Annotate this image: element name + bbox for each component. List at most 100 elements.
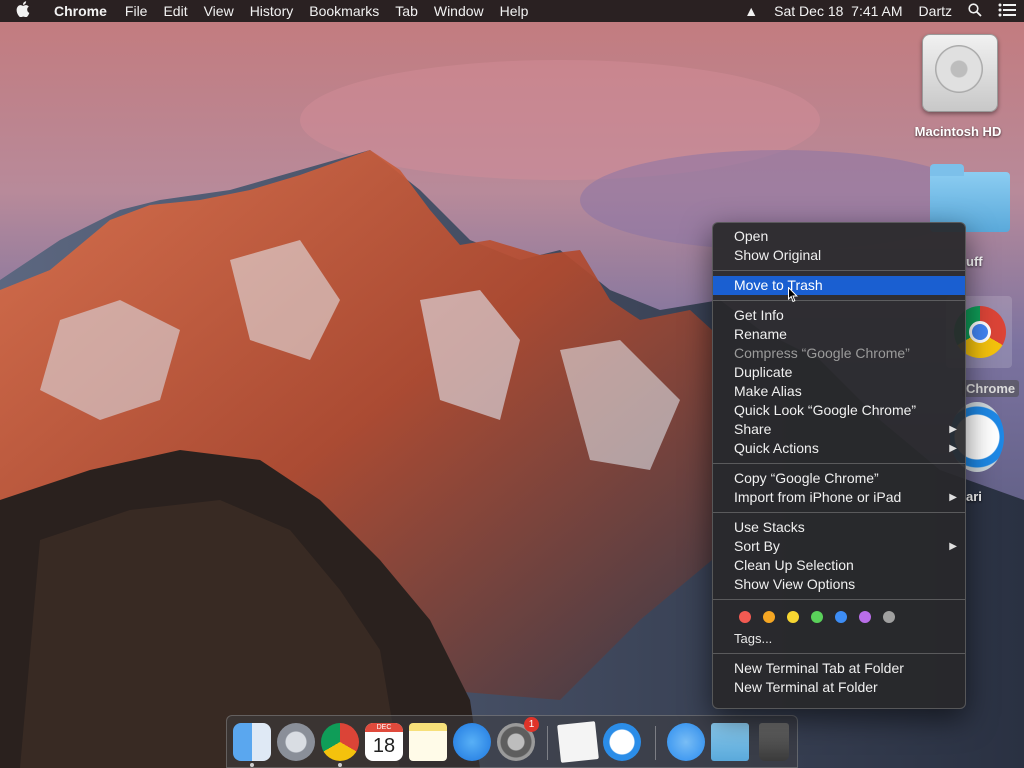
notification-badge: 1	[524, 717, 539, 732]
launchpad-icon	[277, 723, 315, 761]
menu-separator	[713, 599, 965, 600]
menu-item-clean-up-selection[interactable]: Clean Up Selection	[713, 556, 965, 575]
search-icon-svg	[968, 2, 982, 17]
mouse-cursor-icon	[788, 287, 798, 303]
notification-center-icon[interactable]	[990, 3, 1024, 20]
menu-bar: Chrome File Edit View History Bookmarks …	[0, 0, 1024, 22]
menu-item-quick-actions-label: Quick Actions	[734, 440, 819, 456]
menu-item-quick-look[interactable]: Quick Look “Google Chrome”	[713, 401, 965, 420]
tag-orange-dot[interactable]	[763, 611, 775, 623]
dock-downloads-folder[interactable]	[711, 723, 749, 761]
menu-item-new-terminal-tab[interactable]: New Terminal Tab at Folder	[713, 659, 965, 678]
tag-yellow-dot[interactable]	[787, 611, 799, 623]
apple-logo-icon[interactable]	[0, 0, 46, 22]
dock-app-store[interactable]	[453, 723, 491, 761]
clock[interactable]: Sat Dec 18 7:41 AM	[766, 3, 910, 19]
dock-separator	[547, 726, 548, 760]
menu-bookmarks[interactable]: Bookmarks	[301, 3, 387, 19]
running-indicator	[250, 763, 254, 767]
menu-separator	[713, 463, 965, 464]
tag-blue-dot[interactable]	[835, 611, 847, 623]
menu-separator	[713, 300, 965, 301]
menu-separator	[713, 512, 965, 513]
menu-item-tags[interactable]: Tags...	[713, 629, 965, 648]
dock-notes[interactable]	[409, 723, 447, 761]
applications-folder-icon	[667, 723, 705, 761]
menu-item-make-alias[interactable]: Make Alias	[713, 382, 965, 401]
calendar-icon: DEC 18	[365, 723, 403, 761]
downloads-folder-icon	[711, 723, 749, 761]
menu-bar-status: ▲ Sat Dec 18 7:41 AM Dartz	[736, 0, 1024, 22]
dock-trash[interactable]	[755, 723, 793, 761]
tag-green-dot[interactable]	[811, 611, 823, 623]
tag-gray-dot[interactable]	[883, 611, 895, 623]
menu-item-show-original[interactable]: Show Original	[713, 246, 965, 265]
submenu-arrow-icon: ▶	[949, 492, 957, 503]
menu-separator	[713, 270, 965, 271]
app-name-menu[interactable]: Chrome	[46, 3, 117, 19]
calendar-month: DEC	[365, 723, 403, 732]
user-name[interactable]: Dartz	[911, 3, 960, 19]
menu-item-share[interactable]: Share ▶	[713, 420, 965, 439]
chrome-icon	[321, 723, 359, 761]
menu-item-quick-actions[interactable]: Quick Actions ▶	[713, 439, 965, 458]
submenu-arrow-icon: ▶	[949, 443, 957, 454]
finder-icon	[233, 723, 271, 761]
context-menu: Open Show Original Move to Trash Get Inf…	[712, 222, 966, 709]
running-indicator	[338, 763, 342, 767]
tag-colors-row	[713, 605, 965, 629]
menu-item-share-label: Share	[734, 421, 772, 437]
menu-history[interactable]: History	[242, 3, 302, 19]
dock-finder[interactable]	[233, 723, 271, 767]
tag-purple-dot[interactable]	[859, 611, 871, 623]
menu-item-open[interactable]: Open	[713, 227, 965, 246]
menu-window[interactable]: Window	[426, 3, 492, 19]
dock-textedit[interactable]	[557, 721, 599, 763]
textedit-icon	[557, 721, 599, 763]
macintosh-hd-label[interactable]: Macintosh HD	[906, 124, 1010, 139]
dock-chrome[interactable]	[321, 723, 359, 767]
dock-calendar[interactable]: DEC 18	[365, 723, 403, 761]
folder-label[interactable]: uff	[966, 254, 983, 269]
submenu-arrow-icon: ▶	[949, 541, 957, 552]
app-store-icon	[453, 723, 491, 761]
menu-item-rename[interactable]: Rename	[713, 325, 965, 344]
menu-view[interactable]: View	[196, 3, 242, 19]
chrome-desktop-label[interactable]: Chrome	[962, 380, 1020, 397]
menu-item-sort-by-label: Sort By	[734, 538, 780, 554]
menu-file[interactable]: File	[117, 3, 156, 19]
list-icon	[998, 3, 1016, 16]
menu-item-duplicate[interactable]: Duplicate	[713, 363, 965, 382]
disk-graphic	[935, 45, 983, 93]
notes-icon	[409, 723, 447, 761]
menu-item-copy[interactable]: Copy “Google Chrome”	[713, 469, 965, 488]
macintosh-hd-icon[interactable]	[922, 34, 998, 112]
menu-separator	[713, 653, 965, 654]
dock-applications-folder[interactable]	[667, 723, 705, 761]
menu-edit[interactable]: Edit	[155, 3, 195, 19]
dock-separator	[655, 726, 656, 760]
trash-icon	[759, 723, 789, 761]
submenu-arrow-icon: ▶	[949, 424, 957, 435]
dock-safari[interactable]	[603, 723, 641, 761]
eject-icon[interactable]: ▲	[736, 3, 766, 19]
menu-help[interactable]: Help	[492, 3, 537, 19]
calendar-day: 18	[372, 735, 396, 757]
apple-logo-svg	[16, 0, 30, 17]
tag-red-dot[interactable]	[739, 611, 751, 623]
menu-item-new-terminal[interactable]: New Terminal at Folder	[713, 678, 965, 697]
search-icon[interactable]	[960, 2, 990, 20]
menu-item-import-label: Import from iPhone or iPad	[734, 489, 902, 505]
safari-desktop-label[interactable]: ari	[966, 489, 982, 504]
menu-item-import-from-iphone[interactable]: Import from iPhone or iPad ▶	[713, 488, 965, 507]
menu-item-use-stacks[interactable]: Use Stacks	[713, 518, 965, 537]
menu-tab[interactable]: Tab	[387, 3, 426, 19]
safari-icon	[603, 723, 641, 761]
dock-launchpad[interactable]	[277, 723, 315, 761]
menu-item-move-to-trash[interactable]: Move to Trash	[713, 276, 965, 295]
menu-item-show-view-options[interactable]: Show View Options	[713, 575, 965, 594]
menu-item-sort-by[interactable]: Sort By ▶	[713, 537, 965, 556]
dock: DEC 18 1	[226, 715, 798, 768]
menu-item-get-info[interactable]: Get Info	[713, 306, 965, 325]
dock-system-preferences[interactable]: 1	[497, 717, 539, 761]
